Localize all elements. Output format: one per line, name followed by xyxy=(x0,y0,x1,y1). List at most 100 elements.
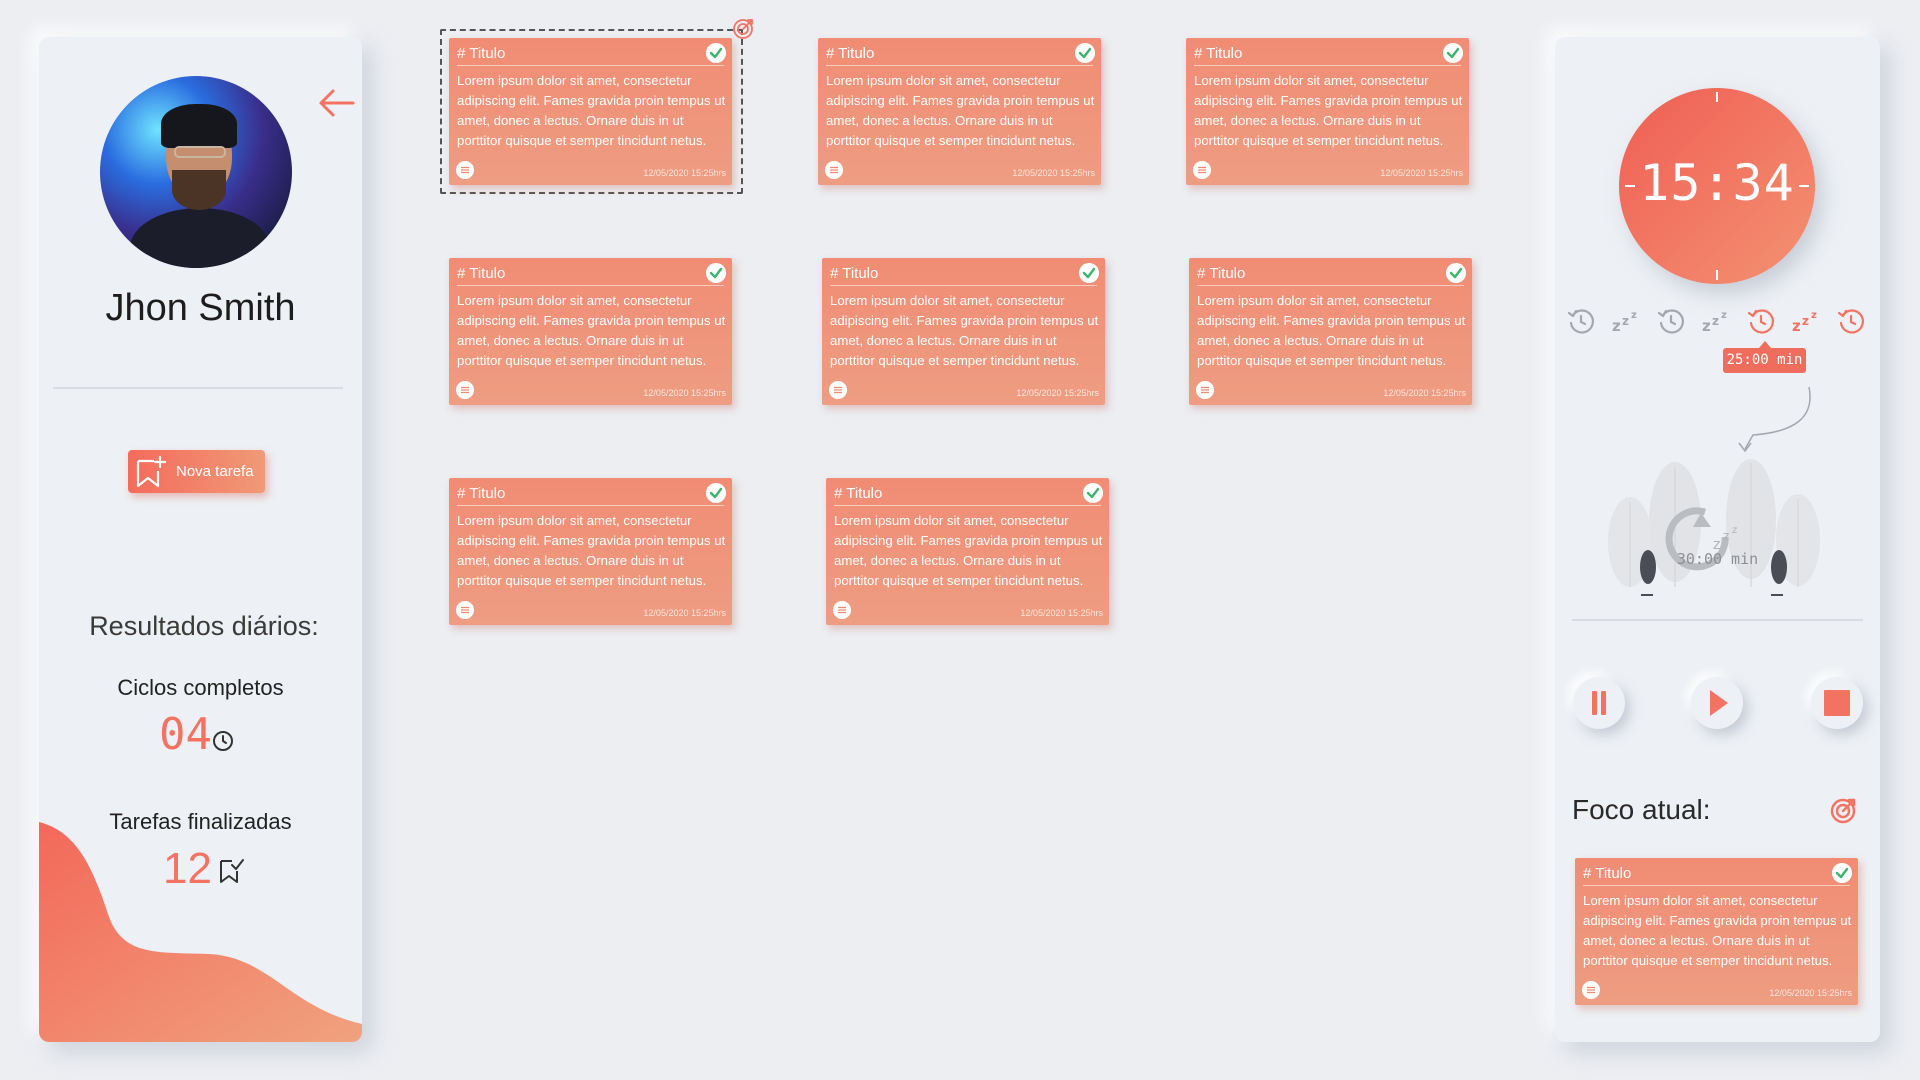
card-divider xyxy=(826,65,1093,66)
card-divider xyxy=(1194,65,1461,66)
task-card[interactable]: # Titulo Lorem ipsum dolor sit amet, cons… xyxy=(822,258,1105,405)
decorative-wave xyxy=(39,822,362,1042)
card-title: # Titulo xyxy=(457,485,506,502)
svg-text:z: z xyxy=(1732,525,1737,536)
clock-icon xyxy=(213,731,233,751)
menu-icon[interactable] xyxy=(825,161,843,179)
svg-text:z: z xyxy=(1612,317,1621,335)
avatar[interactable] xyxy=(100,76,292,268)
task-card[interactable]: # Titulo Lorem ipsum dolor sit amet, cons… xyxy=(1189,258,1472,405)
play-button[interactable] xyxy=(1691,677,1743,729)
svg-text:z: z xyxy=(1721,310,1727,321)
stop-button[interactable] xyxy=(1811,677,1863,729)
task-card[interactable]: # Titulo Lorem ipsum dolor sit amet, cons… xyxy=(1186,38,1469,185)
card-date: 12/05/2020 15:25hrs xyxy=(1016,388,1099,398)
card-date: 12/05/2020 15:25hrs xyxy=(643,168,726,178)
card-title: # Titulo xyxy=(834,485,883,502)
check-icon[interactable] xyxy=(1075,43,1095,63)
card-body: Lorem ipsum dolor sit amet, consectetur … xyxy=(1583,893,1852,968)
timer-display: 15:34 xyxy=(1619,88,1815,284)
card-date: 12/05/2020 15:25hrs xyxy=(1012,168,1095,178)
card-body: Lorem ipsum dolor sit amet, consectetur … xyxy=(826,73,1095,148)
current-focus-label: Foco atual: xyxy=(1572,794,1711,825)
card-date: 12/05/2020 15:25hrs xyxy=(1020,608,1103,618)
card-date: 12/05/2020 15:25hrs xyxy=(1769,988,1852,998)
focus-target-icon[interactable] xyxy=(731,17,755,41)
cycles-value: 04 xyxy=(159,709,212,760)
daily-results-title: Resultados diários: xyxy=(89,611,319,641)
card-date: 12/05/2020 15:25hrs xyxy=(643,608,726,618)
menu-icon[interactable] xyxy=(456,601,474,619)
task-card[interactable]: # Titulo Lorem ipsum dolor sit amet, cons… xyxy=(449,38,732,185)
check-icon[interactable] xyxy=(1083,483,1103,503)
task-card[interactable]: # Titulo Lorem ipsum dolor sit amet, cons… xyxy=(449,478,732,625)
svg-text:z: z xyxy=(1723,529,1729,543)
stop-icon xyxy=(1824,690,1850,716)
card-title: # Titulo xyxy=(457,265,506,282)
card-divider xyxy=(457,505,724,506)
card-body: Lorem ipsum dolor sit amet, consectetur … xyxy=(830,293,1099,368)
card-title: # Titulo xyxy=(457,45,506,62)
divider xyxy=(1572,619,1863,621)
menu-icon[interactable] xyxy=(456,161,474,179)
card-divider xyxy=(834,505,1101,506)
check-icon[interactable] xyxy=(706,483,726,503)
focus-clock-icon xyxy=(1565,305,1597,337)
focus-target-icon[interactable] xyxy=(1828,796,1858,826)
svg-text:z: z xyxy=(1622,314,1629,328)
new-task-button[interactable]: Nova tarefa xyxy=(128,450,265,493)
check-icon[interactable] xyxy=(1079,263,1099,283)
divider xyxy=(53,387,343,389)
card-title: # Titulo xyxy=(1194,45,1243,62)
pause-button[interactable] xyxy=(1573,677,1625,729)
task-card[interactable]: # Titulo Lorem ipsum dolor sit amet, cons… xyxy=(818,38,1101,185)
check-icon[interactable] xyxy=(706,43,726,63)
rest-illustration: z z z xyxy=(1608,386,1820,596)
card-divider xyxy=(457,285,724,286)
add-bookmark-icon xyxy=(136,455,167,488)
task-card[interactable]: # Titulo Lorem ipsum dolor sit amet, cons… xyxy=(826,478,1109,625)
svg-text:z: z xyxy=(1792,317,1801,335)
card-body: Lorem ipsum dolor sit amet, consectetur … xyxy=(457,293,726,368)
back-arrow-icon[interactable] xyxy=(317,83,357,123)
new-task-label: Nova tarefa xyxy=(176,463,254,480)
cycle-track: zzzzzzzzz xyxy=(1565,305,1870,339)
card-body: Lorem ipsum dolor sit amet, consectetur … xyxy=(1197,293,1466,368)
check-icon[interactable] xyxy=(1832,863,1852,883)
svg-text:z: z xyxy=(1631,310,1637,321)
profile-name: Jhon Smith xyxy=(105,287,296,329)
play-icon xyxy=(1710,690,1728,716)
card-body: Lorem ipsum dolor sit amet, consectetur … xyxy=(1194,73,1463,148)
timer-time: 15:34 xyxy=(1639,154,1795,212)
profile-panel: Jhon Smith Nova tarefa Resultados diário… xyxy=(39,37,362,1042)
menu-icon[interactable] xyxy=(1196,381,1214,399)
menu-icon[interactable] xyxy=(456,381,474,399)
svg-text:z: z xyxy=(1811,310,1817,321)
cycles-label: Ciclos completos xyxy=(117,675,284,700)
card-date: 12/05/2020 15:25hrs xyxy=(1383,388,1466,398)
check-icon[interactable] xyxy=(1446,263,1466,283)
card-divider xyxy=(1197,285,1464,286)
svg-text:z: z xyxy=(1712,314,1719,328)
pause-icon xyxy=(1592,691,1606,715)
check-icon[interactable] xyxy=(1443,43,1463,63)
card-divider xyxy=(830,285,1097,286)
check-icon[interactable] xyxy=(706,263,726,283)
snooze-icon: zzz xyxy=(1790,305,1822,337)
card-title: # Titulo xyxy=(826,45,875,62)
menu-icon[interactable] xyxy=(1193,161,1211,179)
menu-icon[interactable] xyxy=(829,381,847,399)
snooze-icon: zzz xyxy=(1700,305,1732,337)
timer-panel: 15:34 zzzzzzzzz 25:00 min z z z 30:00 mi… xyxy=(1555,37,1880,1042)
card-title: # Titulo xyxy=(1583,865,1632,882)
menu-icon[interactable] xyxy=(1582,981,1600,999)
card-body: Lorem ipsum dolor sit amet, consectetur … xyxy=(457,73,726,148)
menu-icon[interactable] xyxy=(833,601,851,619)
focus-clock-icon xyxy=(1745,305,1777,337)
focus-duration-badge: 25:00 min xyxy=(1723,341,1806,373)
card-title: # Titulo xyxy=(1197,265,1246,282)
svg-text:z: z xyxy=(1802,314,1809,328)
task-card[interactable]: # Titulo Lorem ipsum dolor sit amet, cons… xyxy=(449,258,732,405)
current-focus-card[interactable]: # Titulo Lorem ipsum dolor sit amet, con… xyxy=(1575,858,1858,1005)
card-divider xyxy=(457,65,724,66)
